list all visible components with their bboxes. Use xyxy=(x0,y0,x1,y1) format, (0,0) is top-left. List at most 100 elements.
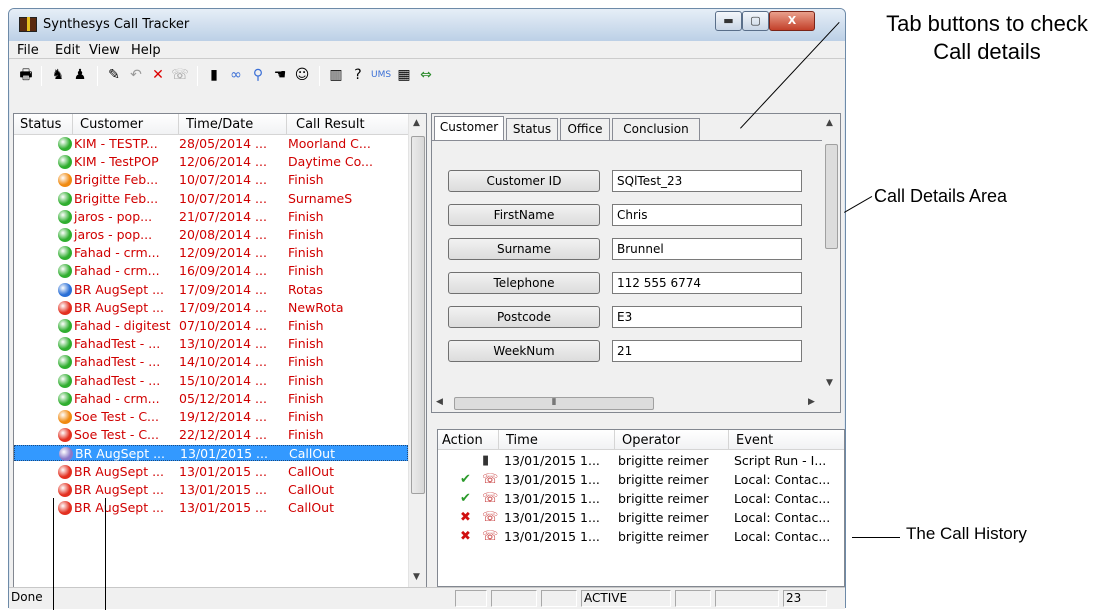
field-input[interactable]: 112 555 6774 xyxy=(612,272,802,294)
status-pane-3 xyxy=(541,590,577,607)
field-label-button[interactable]: Surname xyxy=(448,238,600,260)
users-icon[interactable]: ♟ xyxy=(71,66,89,84)
search-icon[interactable]: ⚲ xyxy=(249,66,267,84)
list-item[interactable]: BR AugSept ... 13/01/2015 ... CallOut xyxy=(14,500,408,516)
list-item[interactable]: BR AugSept ... 13/01/2015 ... CallOut xyxy=(14,445,408,462)
cell-date: 12/06/2014 ... xyxy=(179,154,267,170)
phone-icon[interactable]: ☏ xyxy=(171,66,189,84)
col-operator[interactable]: Operator xyxy=(622,433,680,448)
history-row[interactable]: ✖ ☏ 13/01/2015 1... brigitte reimer Local: C… xyxy=(438,509,844,527)
status-green-icon xyxy=(58,155,72,170)
cell-operator: brigitte reimer xyxy=(618,472,709,487)
list-item[interactable]: FahadTest - ... 14/10/2014 ... Finish xyxy=(14,354,408,370)
field-label-button[interactable]: FirstName xyxy=(448,204,600,226)
cell-customer: BR AugSept ... xyxy=(74,463,164,479)
close-button[interactable]: X xyxy=(769,11,815,31)
minimize-button[interactable]: ▬ xyxy=(715,11,742,31)
col-action[interactable]: Action xyxy=(442,433,483,448)
details-vscroll[interactable]: ▲ ▼ xyxy=(822,114,840,394)
list-item[interactable]: FahadTest - ... 15/10/2014 ... Finish xyxy=(14,373,408,389)
details-vscroll-thumb[interactable] xyxy=(825,144,838,249)
contacts-icon[interactable]: ☺ xyxy=(293,66,311,84)
menu-help[interactable]: Help xyxy=(131,43,161,58)
delete-icon[interactable]: ✕ xyxy=(149,66,167,84)
status-pane-5 xyxy=(715,590,779,607)
menu-view[interactable]: View xyxy=(89,43,120,58)
calendar-icon[interactable]: ▦ xyxy=(395,66,413,84)
list-item[interactable]: Fahad - crm... 16/09/2014 ... Finish xyxy=(14,263,408,279)
history-row[interactable]: ▮ 13/01/2015 1... brigitte reimer Script Ru… xyxy=(438,452,844,470)
field-label-button[interactable]: Customer ID xyxy=(448,170,600,192)
details-hscroll-thumb[interactable]: ⦀ xyxy=(454,397,654,410)
field-label-button[interactable]: WeekNum xyxy=(448,340,600,362)
status-green-icon xyxy=(58,246,72,261)
status-bar: Done ACTIVE 23 xyxy=(9,587,845,609)
cell-event: Local: Contac... xyxy=(734,510,831,525)
list-item[interactable]: BR AugSept ... 13/01/2015 ... CallOut xyxy=(14,464,408,480)
edit-icon[interactable]: ✎ xyxy=(105,66,123,84)
cell-result: Finish xyxy=(288,318,324,333)
field-label-button[interactable]: Postcode xyxy=(448,306,600,328)
tab-office[interactable]: Office xyxy=(560,118,610,140)
list-item[interactable]: KIM - TestPOP 12/06/2014 ... Daytime Co... xyxy=(14,154,408,170)
list-scrollbar[interactable]: ▲ ▼ xyxy=(408,114,426,587)
col-event[interactable]: Event xyxy=(736,433,773,448)
list-item[interactable]: Fahad - crm... 05/12/2014 ... Finish xyxy=(14,391,408,407)
link-icon[interactable]: ∞ xyxy=(227,66,245,84)
print-icon[interactable]: 🖶 xyxy=(17,66,35,84)
field-input[interactable]: Chris xyxy=(612,204,802,226)
field-input[interactable]: 21 xyxy=(612,340,802,362)
title-bar[interactable]: Synthesys Call Tracker ▬ ▢ X xyxy=(9,9,845,41)
list-item[interactable]: Soe Test - C... 22/12/2014 ... Finish xyxy=(14,427,408,443)
maximize-button[interactable]: ▢ xyxy=(742,11,769,31)
list-item[interactable]: BR AugSept ... 13/01/2015 ... CallOut xyxy=(14,482,408,498)
col-customer[interactable]: Customer xyxy=(80,117,143,132)
undo-icon[interactable]: ↶ xyxy=(127,66,145,84)
ums-icon[interactable]: UMS xyxy=(371,66,391,84)
list-item[interactable]: Fahad - crm... 12/09/2014 ... Finish xyxy=(14,245,408,261)
hand-icon[interactable]: ☚ xyxy=(271,66,289,84)
field-input[interactable]: SQlTest_23 xyxy=(612,170,802,192)
col-time[interactable]: Time xyxy=(506,433,538,448)
history-row[interactable]: ✔ ☏ 13/01/2015 1... brigitte reimer Local: C… xyxy=(438,490,844,508)
list-item[interactable]: Brigitte Feb... 10/07/2014 ... SurnameS xyxy=(14,191,408,207)
merge-icon[interactable]: ⇔ xyxy=(417,66,435,84)
list-item[interactable]: jaros - pop... 21/07/2014 ... Finish xyxy=(14,209,408,225)
list-item[interactable]: FahadTest - ... 13/10/2014 ... Finish xyxy=(14,336,408,352)
list-item[interactable]: KIM - TESTP... 28/05/2014 ... Moorland C..… xyxy=(14,136,408,152)
list-item[interactable]: BR AugSept ... 17/09/2014 ... Rotas xyxy=(14,282,408,298)
field-input[interactable]: Brunnel xyxy=(612,238,802,260)
traffic-light-icon[interactable]: ▮ xyxy=(205,66,223,84)
cell-date: 28/05/2014 ... xyxy=(179,136,267,151)
menu-edit[interactable]: Edit xyxy=(55,43,80,58)
col-timedate[interactable]: Time/Date xyxy=(186,117,253,132)
user-icon[interactable]: ♞ xyxy=(49,66,67,84)
annotation-history-leader xyxy=(852,537,900,538)
history-row[interactable]: ✔ ☏ 13/01/2015 1... brigitte reimer Local: C… xyxy=(438,471,844,489)
book-icon[interactable]: ▥ xyxy=(327,66,345,84)
tab-conclusion[interactable]: Conclusion xyxy=(612,118,700,140)
cell-date: 05/12/2014 ... xyxy=(179,390,267,406)
details-hscroll[interactable]: ◀ ⦀ ▶ xyxy=(432,394,824,412)
list-item[interactable]: Fahad - digitest 07/10/2014 ... Finish xyxy=(14,318,408,334)
list-scroll-thumb[interactable] xyxy=(411,136,425,494)
list-item[interactable]: Soe Test - C... 19/12/2014 ... Finish xyxy=(14,409,408,425)
col-status[interactable]: Status xyxy=(20,117,61,132)
history-row[interactable]: ✖ ☏ 13/01/2015 1... brigitte reimer Local: C… xyxy=(438,528,844,546)
list-item[interactable]: jaros - pop... 20/08/2014 ... Finish xyxy=(14,227,408,243)
tab-status[interactable]: Status xyxy=(506,118,558,140)
cell-result: CallOut xyxy=(288,500,334,515)
tab-customer[interactable]: Customer xyxy=(434,116,504,141)
list-item[interactable]: BR AugSept ... 17/09/2014 ... NewRota xyxy=(14,300,408,316)
field-label-button[interactable]: Telephone xyxy=(448,272,600,294)
help-icon[interactable]: ? xyxy=(349,66,367,84)
menu-file[interactable]: File xyxy=(17,43,39,58)
col-callresult[interactable]: Call Result xyxy=(296,117,365,132)
list-item[interactable]: Brigitte Feb... 10/07/2014 ... Finish xyxy=(14,172,408,188)
cell-customer: BR AugSept ... xyxy=(74,299,164,315)
cell-customer: Soe Test - C... xyxy=(74,427,159,443)
cell-customer: KIM - TestPOP xyxy=(74,154,159,170)
cell-customer: Fahad - digitest xyxy=(74,318,171,333)
field-input[interactable]: E3 xyxy=(612,306,802,328)
annotation-history: The Call History xyxy=(906,524,1027,543)
